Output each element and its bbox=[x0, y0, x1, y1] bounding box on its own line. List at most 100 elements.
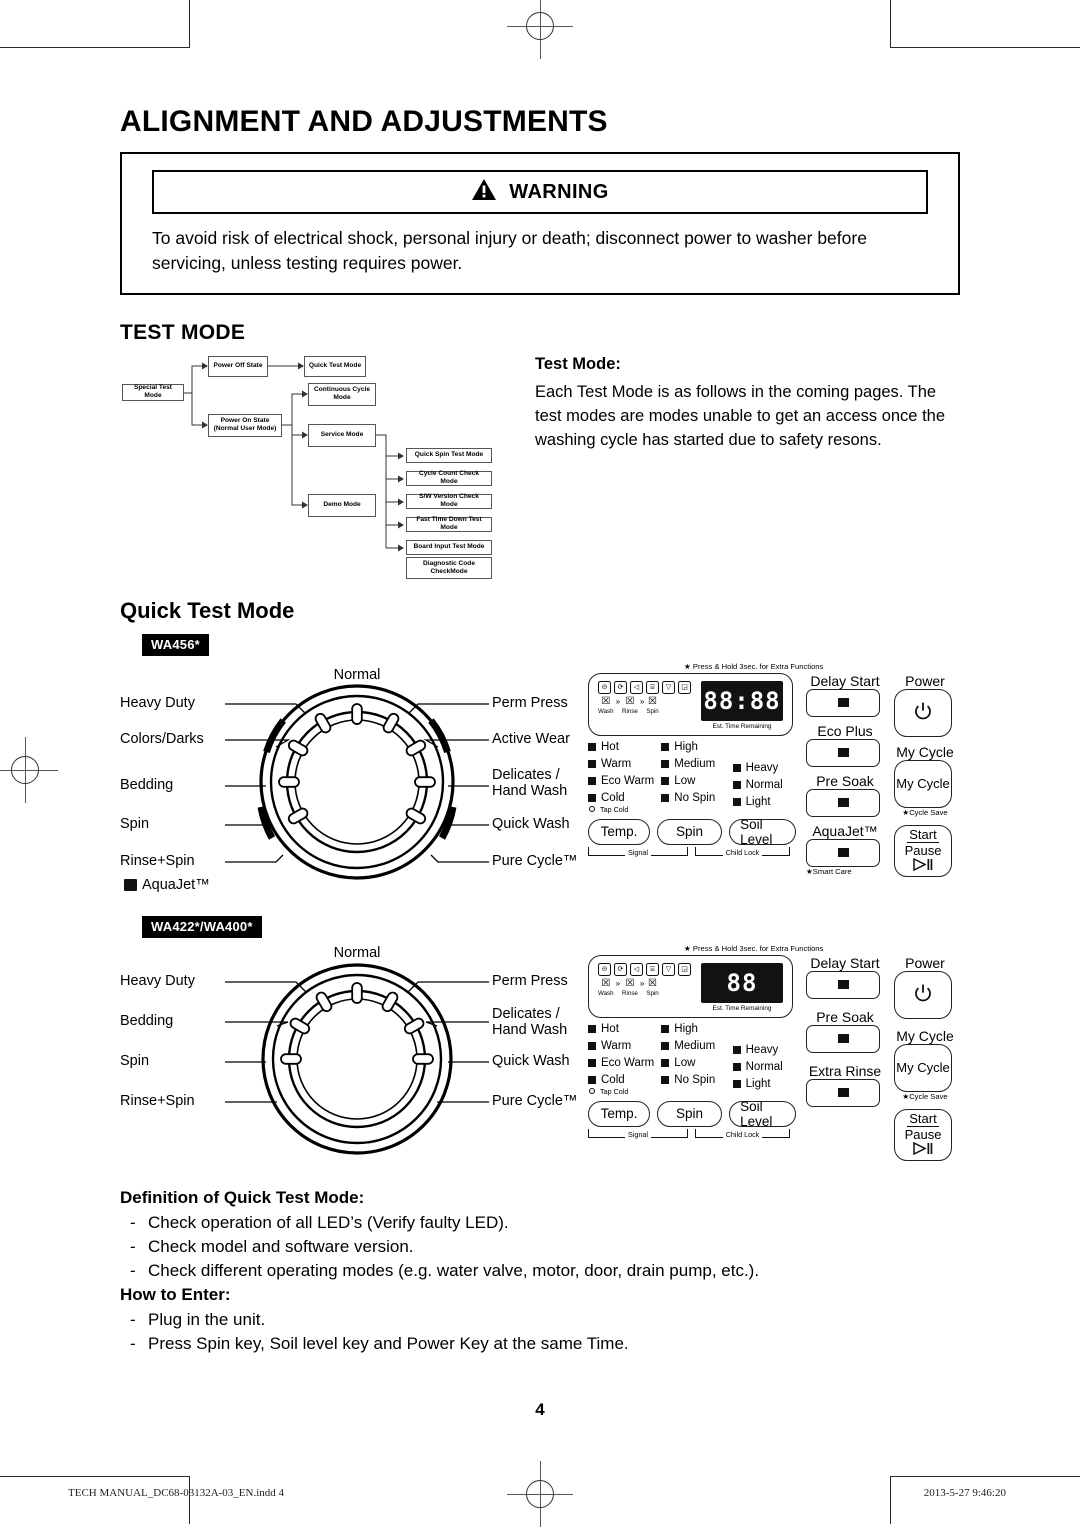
page-content: ALIGNMENT AND ADJUSTMENTS WARNING To avo… bbox=[120, 105, 960, 1356]
led-normal: Normal bbox=[732, 779, 796, 791]
progress-arrow-icon-3: » bbox=[615, 978, 621, 988]
pre-soak-button-2[interactable] bbox=[806, 1024, 880, 1053]
power-icon bbox=[913, 701, 933, 724]
child-lock-label: Child Lock bbox=[722, 847, 763, 857]
lock-icon-2: ⌸ bbox=[646, 962, 659, 976]
led2-heavy: Heavy bbox=[732, 1044, 796, 1056]
flow-node-diagnostic-code-check-mode: Diagnostic Code CheckMode bbox=[406, 556, 492, 579]
temp-button-2[interactable]: Temp. bbox=[588, 1100, 651, 1127]
progress-indicator-row: ☒ Wash » ☒ Rinse » ☒ Spin bbox=[598, 695, 693, 715]
progress-label-rinse-2: Rinse bbox=[622, 989, 638, 997]
led-cold: Cold bbox=[588, 792, 659, 804]
flow-node-service-mode: Service Mode bbox=[308, 423, 376, 447]
progress-arrow-icon-2: » bbox=[639, 696, 645, 706]
extra-functions-note-2: ★ Press & Hold 3sec. for Extra Functions bbox=[684, 943, 824, 953]
delay-start-button-2[interactable] bbox=[806, 970, 880, 999]
led-hot: Hot bbox=[588, 741, 659, 753]
extra-functions-note: ★ Press & Hold 3sec. for Extra Functions bbox=[684, 661, 824, 671]
lock-icon: ⌸ bbox=[646, 680, 659, 694]
spin-glyph-icon: ☒ bbox=[648, 695, 657, 707]
delay-icon: ◲ bbox=[678, 680, 691, 694]
wash-glyph-icon: ☒ bbox=[601, 695, 611, 707]
my-cycle-button-2[interactable]: My Cycle bbox=[894, 1043, 952, 1092]
flow-node-quick-spin-test-mode: Quick Spin Test Mode bbox=[406, 447, 492, 463]
page-title: ALIGNMENT AND ADJUSTMENTS bbox=[120, 105, 608, 138]
pre-soak-label-2: Pre Soak bbox=[816, 1008, 874, 1025]
dial-diagram-wa422-wa400: Heavy Duty Bedding Spin Rinse+Spin Norma… bbox=[120, 944, 590, 1169]
start-pause-button[interactable]: Start Pause bbox=[894, 824, 952, 877]
led2-hot: Hot bbox=[588, 1023, 659, 1035]
dial-diagram-wa456: Heavy Duty Colors/Darks Bedding Spin Rin… bbox=[120, 662, 590, 893]
definition-section: Definition of Quick Test Mode: - Check op… bbox=[120, 1188, 960, 1357]
extra-rinse-label: Extra Rinse bbox=[808, 1062, 882, 1079]
led2-tap-cold: Tap Cold bbox=[589, 1087, 659, 1096]
spin-button[interactable]: Spin bbox=[657, 818, 723, 845]
quick-test-mode-heading: Quick Test Mode bbox=[120, 597, 295, 623]
warning-header: WARNING bbox=[152, 170, 928, 214]
child-lock-icon-2: ⊝ bbox=[598, 962, 611, 976]
soil-level-button[interactable]: Soil Level bbox=[729, 817, 797, 847]
led-heavy: Heavy bbox=[732, 762, 796, 774]
flow-node-continuous-cycle-mode: Continuous Cycle Mode bbox=[308, 382, 376, 406]
model-badge-wa422-wa400: WA422*/WA400* bbox=[142, 915, 262, 938]
how-to-enter-heading: How to Enter: bbox=[120, 1285, 231, 1305]
led-tap-cold: Tap Cold bbox=[589, 805, 659, 814]
start-pause-button-2[interactable]: Start Pause bbox=[894, 1108, 952, 1161]
led2-light: Light bbox=[732, 1078, 796, 1090]
pre-soak-label: Pre Soak bbox=[816, 772, 874, 789]
delay-start-label-2: Delay Start bbox=[810, 954, 880, 971]
rinse-glyph-icon-2: ☒ bbox=[625, 977, 635, 989]
aquajet-button[interactable] bbox=[806, 838, 880, 867]
model-badge-wa456: WA456* bbox=[142, 633, 209, 656]
crop-mark-top-left bbox=[0, 0, 190, 48]
soil-level-button-2[interactable]: Soil Level bbox=[729, 1099, 797, 1129]
progress-label-rinse: Rinse bbox=[622, 707, 638, 715]
led2-medium: Medium bbox=[661, 1040, 730, 1052]
progress-label-wash: Wash bbox=[598, 707, 614, 715]
eco-plus-label: Eco Plus bbox=[817, 722, 873, 739]
my-cycle-label-2: My Cycle bbox=[896, 1027, 954, 1044]
time-display-2: 88 bbox=[701, 962, 783, 1003]
eco-icon: ⟳ bbox=[614, 680, 627, 694]
dial-svg-wa422 bbox=[225, 963, 489, 1155]
eco-plus-button[interactable] bbox=[806, 738, 880, 767]
page-number: 4 bbox=[535, 1400, 545, 1419]
flow-node-cycle-count-check-mode: Cycle Count Check Mode bbox=[406, 470, 492, 486]
flow-node-power-on-state: Power On State (Normal User Mode) bbox=[208, 413, 282, 437]
led-eco-warm: Eco Warm bbox=[588, 775, 659, 787]
flow-node-special-test-mode: Special Test Mode bbox=[122, 383, 184, 401]
delay-start-button[interactable] bbox=[806, 688, 880, 717]
flow-node-sw-version-check-mode: S/W Version Check Mode bbox=[406, 493, 492, 509]
test-mode-flow-section: Special Test Mode Power Off State Quick … bbox=[120, 353, 960, 579]
power-button[interactable] bbox=[894, 688, 952, 737]
child-lock-label-2: Child Lock bbox=[722, 1129, 763, 1139]
test-mode-note-body: Each Test Mode is as follows in the comi… bbox=[535, 382, 946, 449]
extra-rinse-button[interactable] bbox=[806, 1078, 880, 1107]
aquajet-label: AquaJet™ bbox=[812, 822, 878, 839]
led2-warm: Warm bbox=[588, 1040, 659, 1052]
temp-button[interactable]: Temp. bbox=[588, 818, 651, 845]
led-warm: Warm bbox=[588, 758, 659, 770]
eco-icon-2: ⟳ bbox=[614, 962, 627, 976]
rinse-glyph-icon: ☒ bbox=[625, 695, 635, 707]
my-cycle-button[interactable]: My Cycle bbox=[894, 759, 952, 808]
spin-glyph-icon-2: ☒ bbox=[648, 977, 657, 989]
pre-soak-button[interactable] bbox=[806, 788, 880, 817]
water-icon: ▽ bbox=[662, 680, 675, 694]
led2-cold: Cold bbox=[588, 1074, 659, 1086]
power-button-2[interactable] bbox=[894, 970, 952, 1019]
led2-no-spin: No Spin bbox=[661, 1074, 730, 1086]
led-no-spin: No Spin bbox=[661, 792, 730, 804]
definition-heading: Definition of Quick Test Mode: bbox=[120, 1187, 365, 1207]
power-label: Power bbox=[905, 672, 945, 689]
display-module-2: ⊝ ⟳ ◁ ⌸ ▽ ◲ ☒ Wash » ☒ Rinse » ☒ Spin 88… bbox=[588, 954, 793, 1018]
warning-triangle-icon bbox=[471, 178, 497, 206]
sound-icon-2: ◁ bbox=[630, 962, 643, 976]
water-icon-2: ▽ bbox=[662, 962, 675, 976]
led2-eco-warm: Eco Warm bbox=[588, 1057, 659, 1069]
registration-mark-top bbox=[507, 0, 573, 59]
spin-button-2[interactable]: Spin bbox=[657, 1100, 723, 1127]
progress-label-spin: Spin bbox=[646, 707, 659, 715]
test-mode-note: Test Mode: Each Test Mode is as follows … bbox=[535, 355, 960, 453]
registration-mark-bottom bbox=[507, 1461, 573, 1527]
